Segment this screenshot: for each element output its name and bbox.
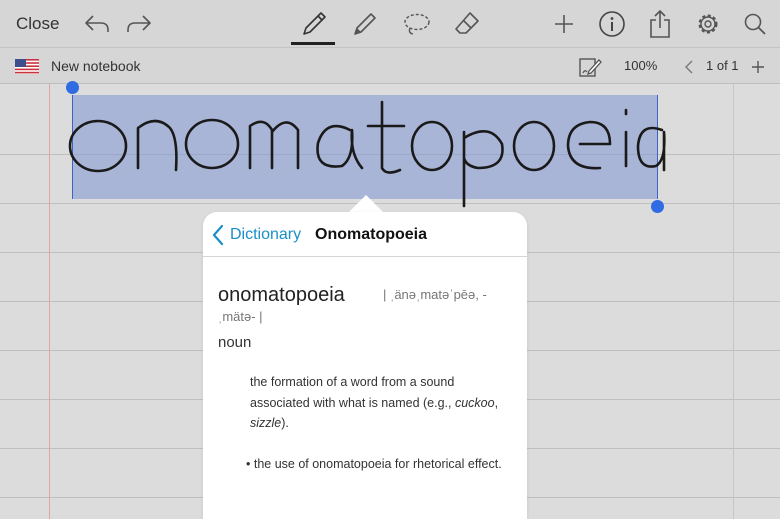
eraser-icon <box>455 11 479 34</box>
chevron-left-icon[interactable] <box>684 60 694 74</box>
plus-icon <box>555 14 573 33</box>
gear-icon <box>698 14 718 33</box>
margin-line <box>49 84 50 519</box>
pen-tool-button[interactable] <box>298 0 330 47</box>
redo-button[interactable] <box>124 0 154 47</box>
search-icon <box>744 13 766 35</box>
chevron-left-icon[interactable] <box>211 224 225 246</box>
pronunciation: | ˌänəˌmatəˈpēə, - <box>383 287 487 302</box>
part-of-speech: noun <box>218 334 252 351</box>
definition-1: the formation of a word from a sound ass… <box>250 375 499 430</box>
page-indicator: 1 of 1 <box>706 58 739 73</box>
add-button[interactable] <box>550 0 578 47</box>
lasso-tool-button[interactable] <box>400 0 434 47</box>
zoom-level[interactable]: 100% <box>624 58 657 73</box>
popover-header: Dictionary Onomatopoeia <box>203 212 527 257</box>
right-margin-line <box>733 84 734 519</box>
add-page-icon[interactable] <box>751 60 765 74</box>
pen-icon <box>303 11 326 35</box>
us-flag-icon[interactable] <box>15 59 39 74</box>
redo-icon <box>127 14 151 32</box>
definition-2: • the use of onomatopoeia for rhetorical… <box>246 457 502 471</box>
pronunciation-continued: ˌmätə- | <box>218 309 263 324</box>
notebook-name[interactable]: New notebook <box>51 58 141 74</box>
undo-icon <box>85 14 109 32</box>
notebook-bar: New notebook 100% 1 of 1 <box>0 47 780 84</box>
eraser-tool-button[interactable] <box>451 0 483 47</box>
example-word: cuckoo <box>454 395 495 410</box>
share-button[interactable] <box>646 0 674 47</box>
headword: onomatopoeia <box>218 284 345 306</box>
settings-button[interactable] <box>693 0 723 47</box>
active-tool-indicator <box>291 42 335 45</box>
popover-title: Onomatopoeia <box>315 226 428 243</box>
example-word: sizzle <box>250 416 282 430</box>
share-icon <box>650 9 670 38</box>
info-button[interactable] <box>597 0 627 47</box>
lasso-icon <box>404 13 430 35</box>
info-icon <box>599 10 625 37</box>
top-toolbar: Close <box>0 0 780 47</box>
pencil-icon <box>354 12 376 35</box>
dictionary-back-button[interactable]: Dictionary <box>230 226 301 244</box>
page-edit-icon[interactable] <box>578 56 602 78</box>
search-button[interactable] <box>741 0 769 47</box>
undo-button[interactable] <box>82 0 112 47</box>
handwritten-word: onomatopoeia <box>68 100 666 208</box>
pencil-tool-button[interactable] <box>349 0 381 47</box>
dictionary-popover: Dictionary Onomatopoeia onomatopoeia | ˌ… <box>203 212 527 519</box>
close-button[interactable]: Close <box>16 0 59 47</box>
